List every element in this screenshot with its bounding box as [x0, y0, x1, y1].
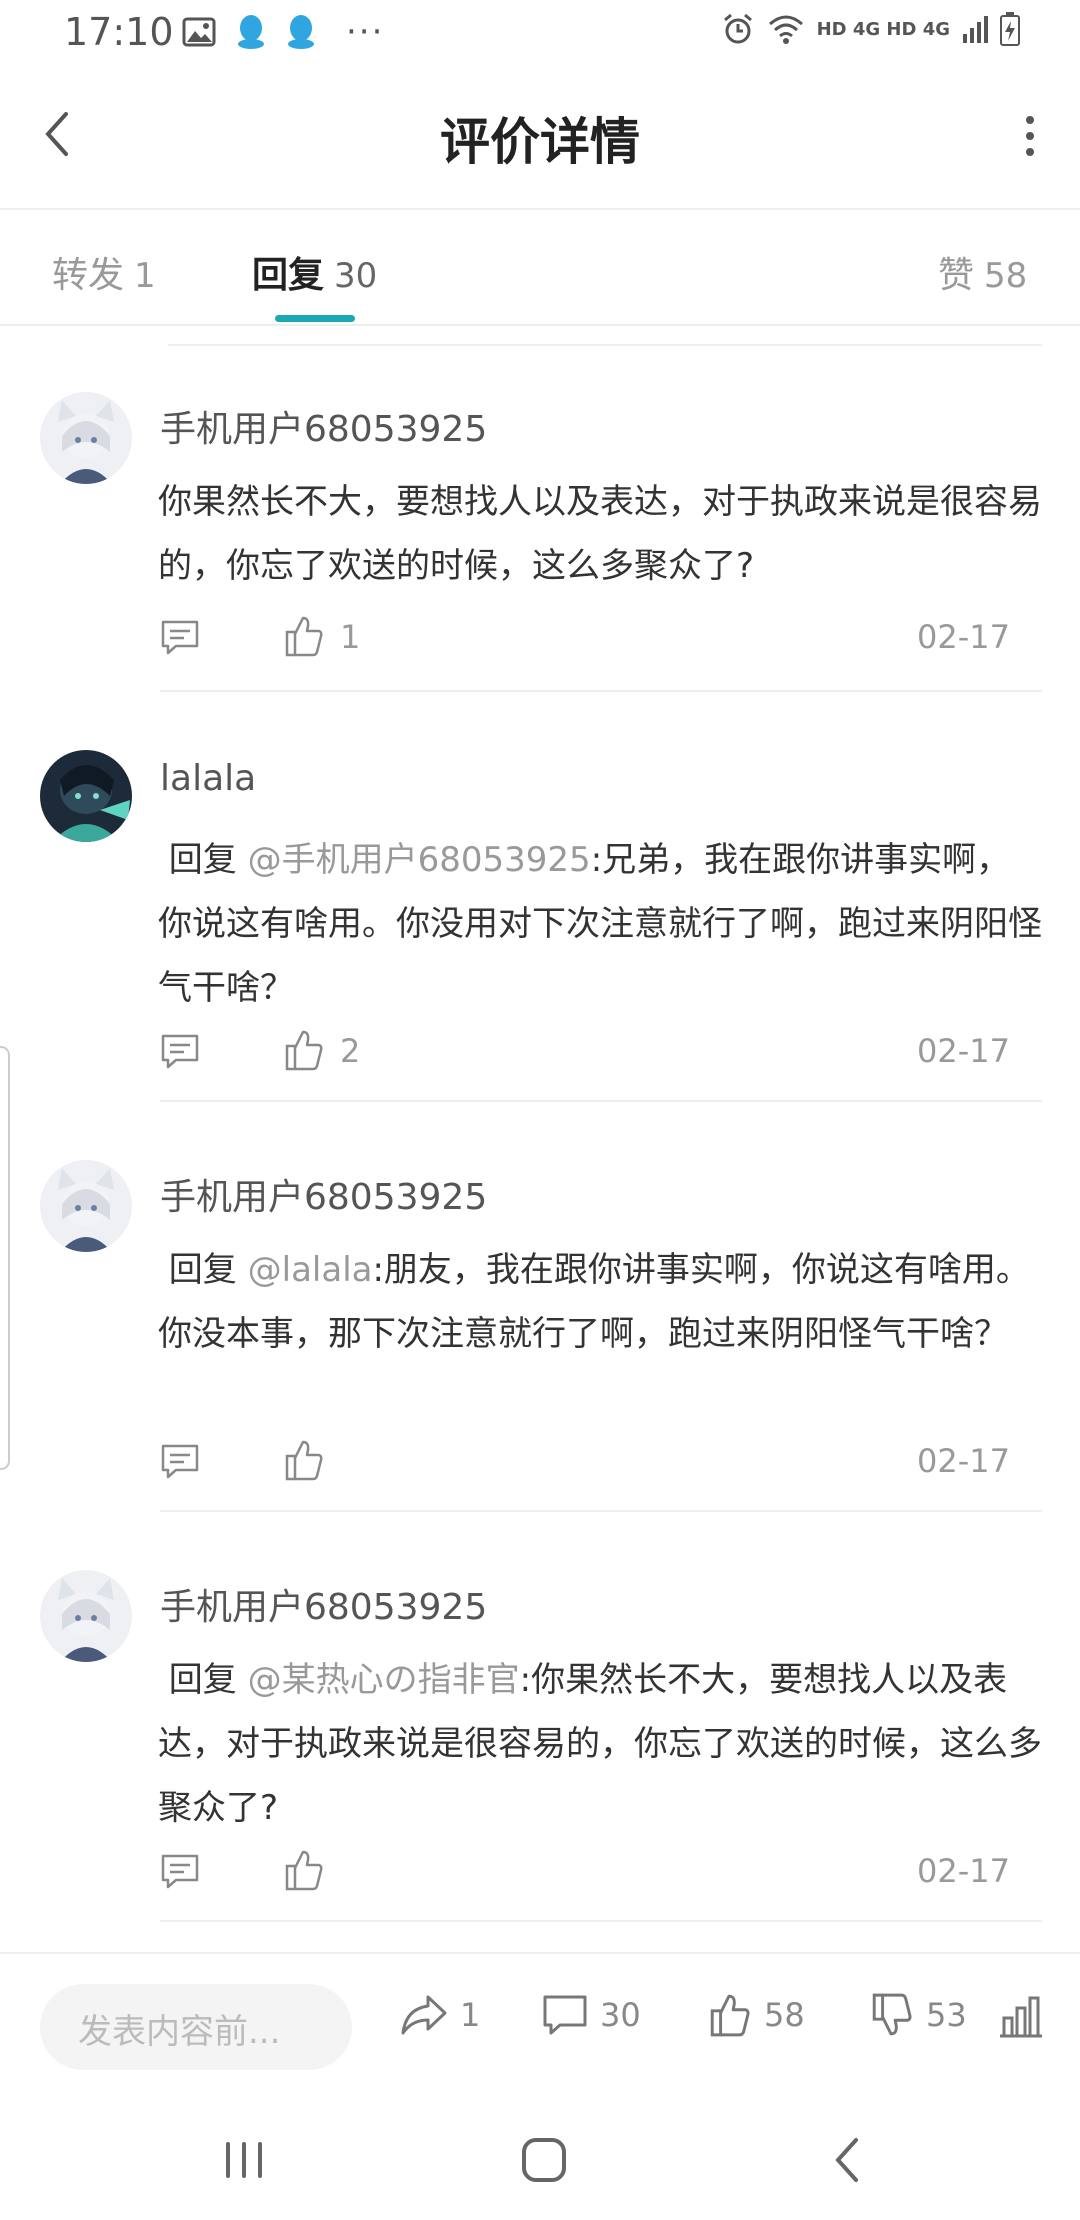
avatar[interactable]	[40, 750, 132, 842]
thumbs-up-icon	[710, 1994, 750, 2037]
comment-date: 02-17	[917, 1032, 1010, 1070]
wifi-icon	[768, 15, 803, 44]
avatar[interactable]	[40, 1570, 132, 1662]
comment-count-button[interactable]: 30	[542, 1990, 641, 2040]
status-bar: 17:10 ··· HD 4G HD 4G	[0, 0, 1080, 62]
reply-bubble-icon[interactable]	[160, 1852, 200, 1892]
mention-link[interactable]: @lalala	[248, 1250, 373, 1290]
qq-icon	[238, 15, 264, 49]
like-button[interactable]: 58	[708, 1990, 805, 2040]
mention-link[interactable]: @某热心の指非官	[248, 1660, 520, 1700]
system-nav-bar	[0, 2096, 1080, 2220]
reply-bubble-icon[interactable]	[160, 1032, 200, 1072]
notification-icons: ···	[182, 14, 384, 50]
system-icons: HD 4G HD 4G	[721, 12, 1020, 46]
divider	[160, 690, 1042, 692]
thumbs-up-icon[interactable]	[284, 614, 324, 658]
input-placeholder: 发表内容前...	[78, 2012, 281, 2052]
comment-body: 你果然长不大，要想找人以及表达，对于执政来说是很容易的，你忘了欢送的时候，这么多…	[158, 482, 1042, 586]
image-icon	[182, 17, 216, 47]
comment-count: 30	[600, 1996, 641, 2034]
comment-username[interactable]: lalala	[160, 758, 256, 799]
comment-date: 02-17	[917, 1442, 1010, 1480]
comment-actions: 1 02-17	[160, 616, 1010, 668]
comment-bubble-icon	[543, 1995, 587, 2035]
comment-input[interactable]: 发表内容前...	[40, 1984, 352, 2070]
tab-count: 1	[134, 256, 156, 296]
like-count: 58	[764, 1996, 805, 2034]
comment-actions: 02-17	[160, 1440, 1010, 1492]
share-button[interactable]: 1	[400, 1990, 480, 2040]
share-arrow-icon	[401, 1995, 447, 2035]
thumbs-up-icon[interactable]	[284, 1028, 324, 1072]
avatar[interactable]	[40, 392, 132, 484]
tab-bar: 转发 1 回复 30 赞 58	[0, 210, 1080, 326]
qq-icon	[288, 15, 314, 49]
comment-date: 02-17	[917, 618, 1010, 656]
comment-username[interactable]: 手机用户68053925	[160, 1578, 487, 1630]
status-time: 17:10	[64, 10, 174, 54]
tab-label: 转发	[52, 255, 125, 296]
tab-replies[interactable]: 回复 30	[252, 246, 377, 298]
dislike-button[interactable]: 53	[870, 1990, 967, 2040]
nav-back-icon[interactable]	[818, 2132, 878, 2188]
comment-date: 02-17	[917, 1852, 1010, 1890]
bottom-action-bar: 发表内容前... 1 30 58 53	[0, 1952, 1080, 2096]
like-count: 2	[340, 1032, 361, 1070]
comment-username[interactable]: 手机用户68053925	[160, 1168, 487, 1220]
recents-icon[interactable]	[214, 2132, 274, 2188]
divider	[160, 1510, 1042, 1512]
comment-text: 你果然长不大，要想找人以及表达，对于执政来说是很容易的，你忘了欢送的时候，这么多…	[158, 470, 1042, 598]
comment-actions: 2 02-17	[160, 1030, 1010, 1082]
tab-forward[interactable]: 转发 1	[52, 246, 156, 298]
tab-label: 回复	[252, 255, 325, 296]
reply-prefix: 回复	[158, 840, 248, 880]
thumbs-down-icon	[872, 1993, 912, 2036]
tab-count: 58	[984, 256, 1028, 296]
comment-actions: 02-17	[160, 1850, 1010, 1902]
avatar[interactable]	[40, 1160, 132, 1252]
more-vertical-icon[interactable]	[1010, 110, 1050, 162]
more-notifications: ···	[346, 12, 385, 52]
divider	[160, 1920, 1042, 1922]
reply-prefix: 回复	[158, 1250, 248, 1290]
comment-username[interactable]: 手机用户68053925	[160, 400, 487, 452]
reply-bubble-icon[interactable]	[160, 1442, 200, 1482]
divider	[160, 1100, 1042, 1102]
dislike-count: 53	[926, 1996, 967, 2034]
page-title: 评价详情	[440, 113, 640, 171]
header: 评价详情	[0, 62, 1080, 210]
thumbs-up-icon[interactable]	[284, 1438, 324, 1482]
active-tab-indicator	[275, 315, 355, 322]
divider	[168, 344, 1042, 346]
network-label: HD 4G HD 4G	[816, 18, 950, 40]
comment-text: 回复 @lalala:朋友，我在跟你讲事实啊，你说这有啥用。你没本事，那下次注意…	[158, 1238, 1042, 1366]
stats-icon[interactable]	[998, 1994, 1044, 2038]
mention-link[interactable]: @手机用户68053925	[248, 840, 591, 880]
tab-likes[interactable]: 赞 58	[938, 246, 1027, 298]
comment-text: 回复 @某热心の指非官:你果然长不大，要想找人以及表达，对于执政来说是很容易的，…	[158, 1648, 1042, 1840]
tab-count: 30	[334, 256, 378, 296]
battery-icon	[1000, 12, 1020, 46]
thumbs-up-icon[interactable]	[284, 1848, 324, 1892]
signal-icon	[963, 16, 988, 43]
alarm-icon	[723, 13, 752, 44]
reply-prefix: 回复	[158, 1660, 248, 1700]
like-count: 1	[340, 618, 361, 656]
tab-label: 赞	[938, 255, 975, 296]
home-icon[interactable]	[514, 2132, 574, 2188]
comment-text: 回复 @手机用户68053925:兄弟，我在跟你讲事实啊，你说这有啥用。你没用对…	[158, 828, 1042, 1020]
edge-panel-handle[interactable]	[0, 1046, 10, 1470]
reply-bubble-icon[interactable]	[160, 618, 200, 658]
share-count: 1	[460, 1996, 481, 2034]
